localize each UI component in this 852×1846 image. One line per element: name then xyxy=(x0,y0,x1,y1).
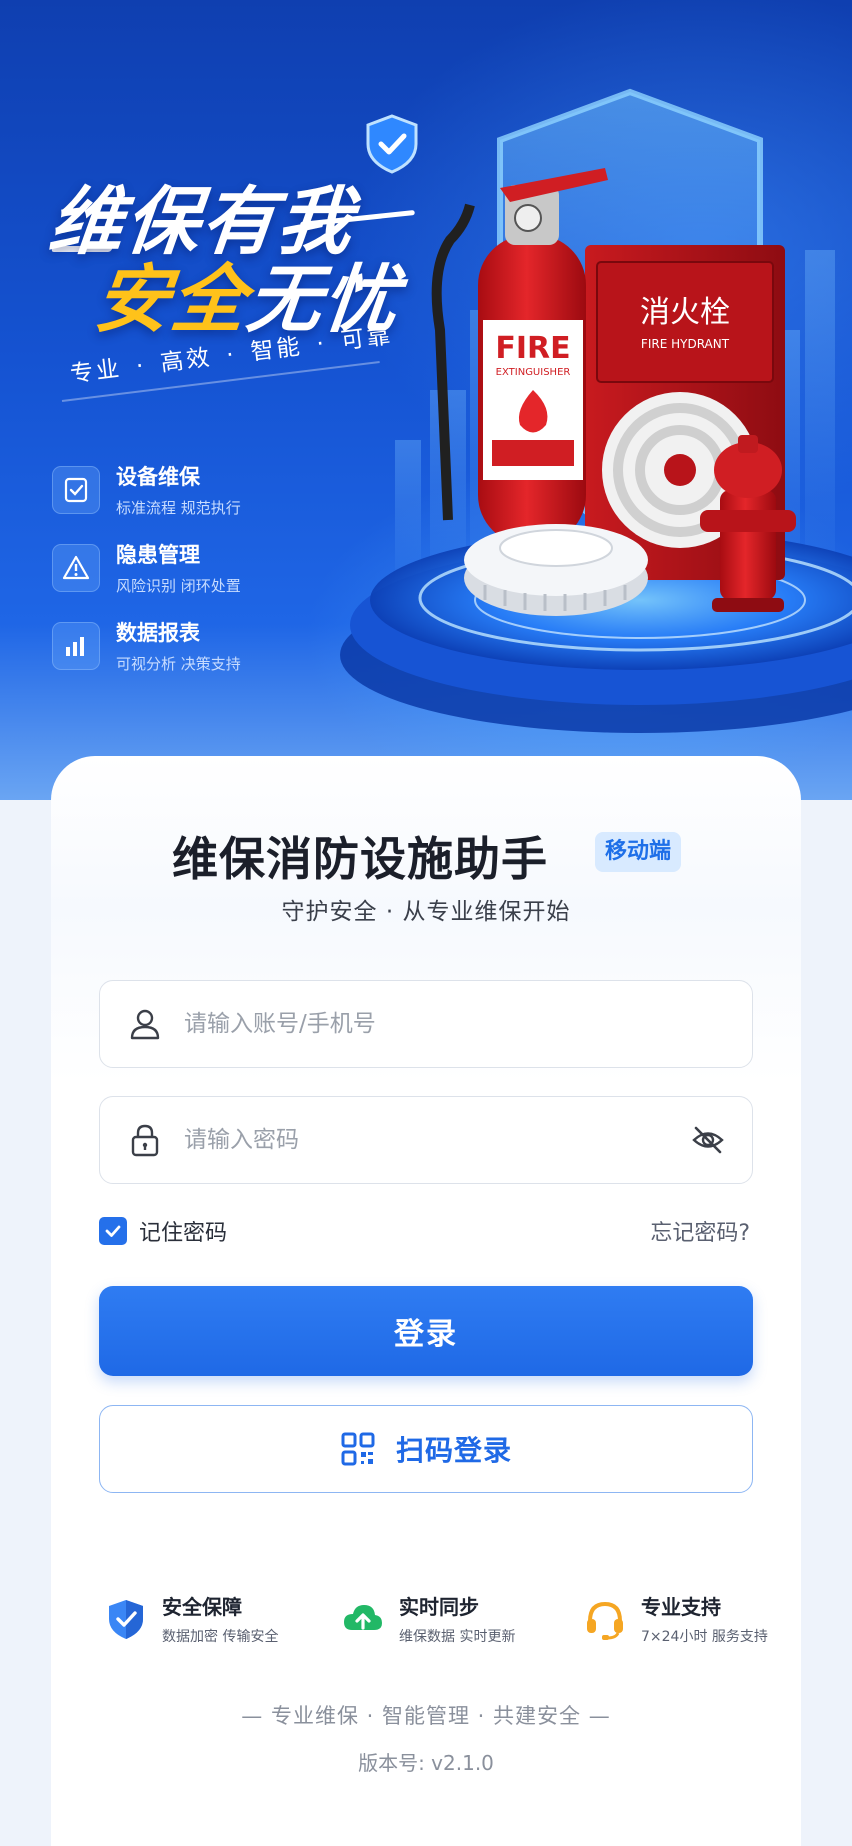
hero-feature-maintenance: 设备维保 标准流程 规范执行 xyxy=(52,461,241,518)
remember-password-label: 记住密码 xyxy=(139,1221,228,1246)
bar-chart-icon xyxy=(52,621,100,670)
account-field[interactable] xyxy=(99,980,753,1068)
remember-password-checkbox[interactable]: 记住密码 xyxy=(99,1215,227,1247)
cloud-sync-icon xyxy=(344,1604,382,1630)
feature-desc: 风险识别 闭环处置 xyxy=(116,577,241,595)
hero-feature-hazard: 隐患管理 风险识别 闭环处置 xyxy=(52,539,241,596)
scan-login-button[interactable]: 扫码登录 xyxy=(99,1405,753,1493)
warning-icon xyxy=(52,543,100,592)
shield-check-icon xyxy=(366,114,418,174)
password-input[interactable] xyxy=(184,1110,690,1170)
feature-desc: 7×24小时 服务支持 xyxy=(641,1629,768,1645)
feature-title: 数据报表 xyxy=(116,621,200,645)
hydrant-cabinet-label-cn: 消火栓 xyxy=(640,295,730,330)
feature-desc: 数据加密 传输安全 xyxy=(162,1629,279,1645)
user-icon xyxy=(130,1009,160,1040)
feature-title: 设备维保 xyxy=(116,465,200,489)
feature-desc: 可视分析 决策支持 xyxy=(116,655,241,673)
login-button[interactable]: 登录 xyxy=(99,1286,753,1376)
password-field[interactable] xyxy=(99,1096,753,1184)
hydrant-cabinet-label-en: FIRE HYDRANT xyxy=(641,337,730,351)
checkbox-checked-icon[interactable] xyxy=(99,1217,127,1245)
forgot-password-link[interactable]: 忘记密码? xyxy=(650,1215,750,1247)
extinguisher-label-sub: EXTINGUISHER xyxy=(496,367,571,378)
fire-equipment-illustration: 消火栓 FIRE HYDRANT FIRE EXTINGUISHER xyxy=(340,88,852,733)
feature-desc: 维保数据 实时更新 xyxy=(399,1629,516,1645)
feature-support: 专业支持 7×24小时 服务支持 xyxy=(583,1591,768,1646)
eye-off-icon[interactable] xyxy=(690,1122,726,1158)
feature-title: 安全保障 xyxy=(162,1595,242,1619)
shield-check-icon xyxy=(109,1599,143,1639)
platform-badge: 移动端 xyxy=(595,832,682,872)
lock-icon xyxy=(131,1124,159,1157)
app-title: 维保消防设施助手 xyxy=(172,832,548,886)
app-subtitle: 守护安全 · 从专业维保开始 xyxy=(281,899,571,925)
feature-title: 实时同步 xyxy=(399,1595,479,1619)
hero-feature-reports: 数据报表 可视分析 决策支持 xyxy=(52,617,241,674)
scan-login-label: 扫码登录 xyxy=(395,1434,512,1467)
feature-title: 隐患管理 xyxy=(116,543,200,567)
hero-title-highlight: 安全 xyxy=(90,257,252,343)
feature-sync: 实时同步 维保数据 实时更新 xyxy=(341,1591,515,1646)
headset-icon xyxy=(587,1601,623,1640)
footer-tagline: — 专业维保 · 智能管理 · 共建安全 — xyxy=(241,1704,611,1728)
feature-desc: 标准流程 规范执行 xyxy=(116,499,241,517)
account-input[interactable] xyxy=(184,994,752,1054)
checklist-icon xyxy=(52,465,100,514)
feature-security: 安全保障 数据加密 传输安全 xyxy=(104,1591,278,1646)
feature-title: 专业支持 xyxy=(641,1595,721,1619)
extinguisher-label-main: FIRE xyxy=(495,331,570,366)
qr-code-icon xyxy=(341,1432,375,1466)
version-label: 版本号: v2.1.0 xyxy=(358,1751,494,1775)
hero-banner: 消火栓 FIRE HYDRANT FIRE EXTINGUISHER 维保有我 … xyxy=(0,0,852,800)
